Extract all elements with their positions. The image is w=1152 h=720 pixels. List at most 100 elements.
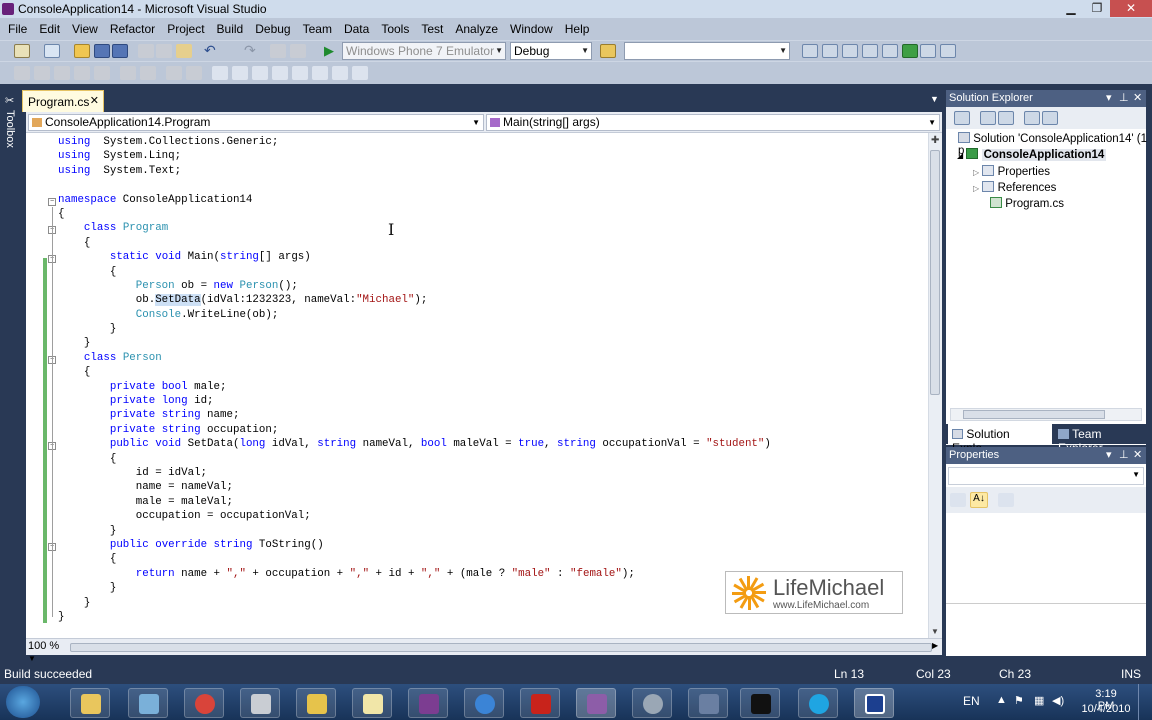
new-project-icon[interactable] [14,44,30,58]
extension-manager-icon[interactable] [920,44,936,58]
type-combo[interactable]: ConsoleApplication14.Program ▼ [28,114,484,131]
vertical-scroll-thumb[interactable] [930,150,940,395]
menu-analyze[interactable]: Analyze [449,22,504,36]
taskbar-ie[interactable] [464,688,504,718]
split-icon[interactable]: ✚ [931,135,939,146]
menu-team[interactable]: Team [297,22,338,36]
member-combo[interactable]: Main(string[] args) ▼ [486,114,940,131]
taskbar-app-5[interactable] [688,688,728,718]
parameter-info-icon[interactable] [34,66,50,80]
property-pages-icon[interactable] [998,493,1014,507]
tree-project[interactable]: ◢ ConsoleApplication14 [957,148,1107,161]
menu-file[interactable]: File [2,22,33,36]
menu-test[interactable]: Test [415,22,449,36]
toggle-bookmark-icon[interactable] [212,66,228,80]
toolbox-icon[interactable] [882,44,898,58]
show-all-files-icon[interactable] [980,111,996,125]
network-icon[interactable]: ▦ [1034,694,1044,707]
menu-data[interactable]: Data [338,22,375,36]
save-icon[interactable] [94,44,110,58]
save-all-icon[interactable] [112,44,128,58]
menu-project[interactable]: Project [161,22,210,36]
taskbar-app-6[interactable] [854,688,894,718]
taskbar-chrome[interactable] [184,688,224,718]
taskbar-app-4[interactable] [632,688,672,718]
active-files-dropdown-icon[interactable]: ▼ [930,94,939,104]
previous-bookmark-folder-icon[interactable] [272,66,288,80]
taskbar-app-2[interactable] [296,688,336,718]
categorized-icon[interactable] [950,493,966,507]
display-word-completion-icon[interactable] [94,66,110,80]
close-icon[interactable]: ✕ [1133,448,1142,461]
taskbar-app[interactable] [128,688,168,718]
object-browser-icon[interactable] [862,44,878,58]
previous-bookmark-icon[interactable] [232,66,248,80]
taskbar-app-3[interactable] [408,688,448,718]
taskbar-explorer[interactable] [70,688,110,718]
flag-icon[interactable]: ⚑ [1014,694,1024,707]
collapsed-arrow-icon[interactable]: ▷ [973,184,979,193]
cut-icon[interactable] [138,44,154,58]
zoom-combo[interactable]: 100 % ▼ [26,640,66,663]
solution-explorer-hscrollbar[interactable] [950,408,1142,421]
menu-refactor[interactable]: Refactor [104,22,161,36]
collapsed-arrow-icon[interactable]: ▷ [973,168,979,177]
minimize-button[interactable]: ▁ [1058,0,1084,17]
complete-word-icon[interactable] [74,66,90,80]
properties-window-icon[interactable] [842,44,858,58]
tree-item-program-cs[interactable]: Program.cs [990,197,1064,210]
fold-toggle-icon[interactable]: − [48,198,56,206]
toolbox-strip[interactable]: ✂ Toolbox [0,86,22,656]
clear-bookmarks-icon[interactable] [352,66,368,80]
start-debugging-icon[interactable]: ▶ [324,44,340,58]
show-desktop-button[interactable] [1138,684,1152,720]
expanded-arrow-icon[interactable]: ◢ [957,151,963,160]
taskbar-acrobat[interactable] [520,688,560,718]
undo-icon[interactable]: ↶ [204,43,220,58]
close-icon[interactable]: ✕ [90,94,99,107]
next-bookmark-document-icon[interactable] [332,66,348,80]
increase-indent-icon[interactable] [140,66,156,80]
tray-expand-icon[interactable]: ▲ [996,694,1007,706]
pin-icon[interactable]: ⊥ [1119,91,1129,104]
add-item-icon[interactable] [44,44,60,58]
next-bookmark-folder-icon[interactable] [292,66,308,80]
tab-team-explorer[interactable]: Team Explorer [1054,424,1146,455]
menu-window[interactable]: Window [504,22,559,36]
properties-icon[interactable] [954,111,970,125]
start-button[interactable] [6,686,40,718]
scroll-thumb[interactable] [963,410,1105,419]
horizontal-scroll-thumb[interactable] [70,643,932,652]
scroll-right-icon[interactable]: ▶ [932,641,938,650]
target-device-combo[interactable]: Windows Phone 7 Emulator ▼ [342,42,506,60]
code-editor[interactable]: − − − − − − using System.Collections.Gen… [26,133,928,638]
previous-bookmark-document-icon[interactable] [312,66,328,80]
close-icon[interactable]: ✕ [1133,91,1142,104]
volume-icon[interactable]: ◀) [1052,694,1064,707]
redo-icon[interactable]: ↷ [244,43,260,58]
configuration-combo[interactable]: Debug ▼ [510,42,592,60]
taskbar-cmd[interactable] [740,688,780,718]
taskbar-files[interactable] [240,688,280,718]
menu-view[interactable]: View [66,22,104,36]
object-selector-combo[interactable]: ▼ [948,467,1144,485]
refresh-icon[interactable] [998,111,1014,125]
window-position-icon[interactable]: ▾ [1106,448,1112,461]
taskbar-visual-studio[interactable] [576,688,616,718]
paste-icon[interactable] [176,44,192,58]
comment-out-icon[interactable] [166,66,182,80]
decrease-indent-icon[interactable] [120,66,136,80]
pin-icon[interactable]: ⊥ [1119,448,1129,461]
menu-tools[interactable]: Tools [375,22,415,36]
view-code-icon[interactable] [1024,111,1040,125]
language-indicator[interactable]: EN [963,694,980,708]
taskbar-skype[interactable] [798,688,838,718]
other-windows-icon[interactable] [940,44,956,58]
copy-icon[interactable] [156,44,172,58]
clock-date[interactable]: 10/4/2010 [1080,703,1132,715]
open-icon[interactable] [74,44,90,58]
menu-build[interactable]: Build [211,22,250,36]
alphabetical-icon[interactable]: A↓ [970,492,988,508]
tree-item-properties[interactable]: ▷ Properties [973,165,1050,178]
next-bookmark-icon[interactable] [252,66,268,80]
